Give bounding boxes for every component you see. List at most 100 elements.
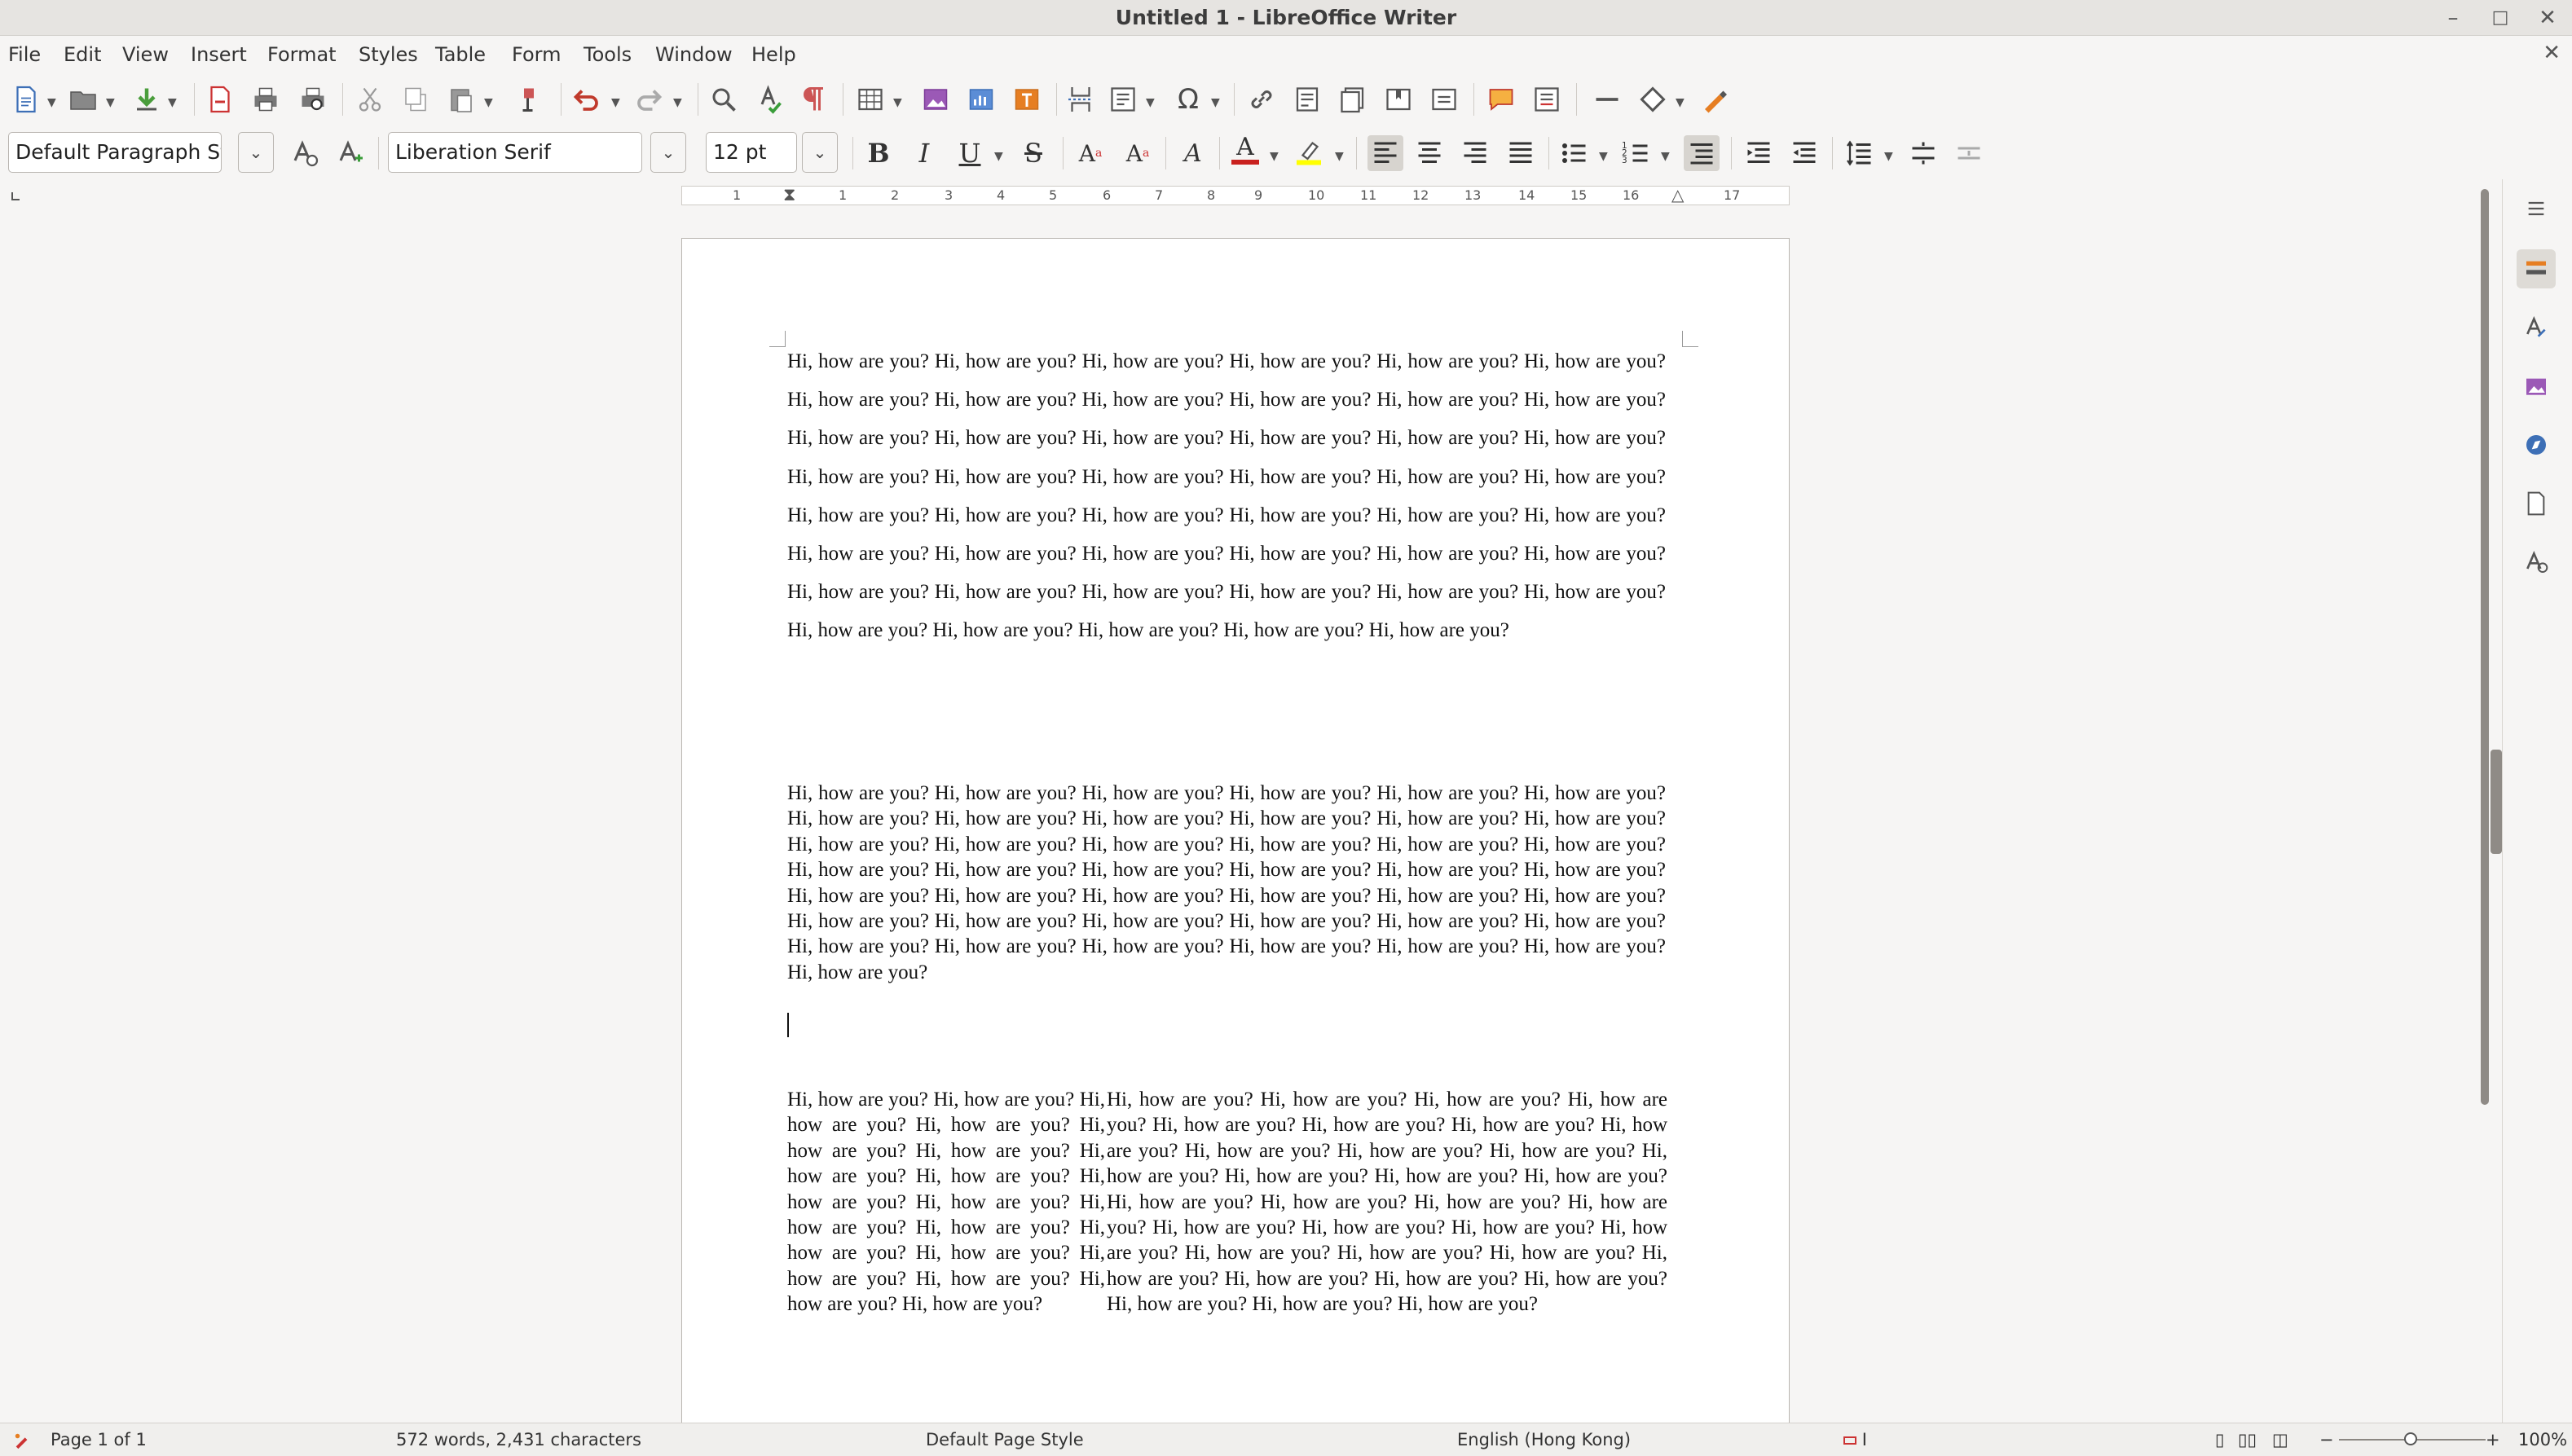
paragraph-style-dropdown-button[interactable]: ⌄ xyxy=(238,132,274,173)
menu-styles[interactable]: Styles xyxy=(359,41,418,68)
chevron-down-icon[interactable]: ▼ xyxy=(1146,96,1155,109)
outline-format-icon[interactable] xyxy=(1684,135,1720,171)
chevron-down-icon[interactable]: ▼ xyxy=(1884,150,1893,163)
font-size-dropdown-button[interactable]: ⌄ xyxy=(802,132,838,173)
decrease-indent-icon[interactable] xyxy=(1788,137,1821,169)
hyperlink-icon[interactable] xyxy=(1245,83,1278,116)
insert-table-icon[interactable] xyxy=(854,83,887,116)
menu-window[interactable]: Window xyxy=(655,41,733,68)
increase-paragraph-spacing-icon[interactable] xyxy=(1907,137,1940,169)
endnote-icon[interactable] xyxy=(1337,83,1369,116)
track-changes-icon[interactable] xyxy=(1530,83,1563,116)
insert-page-break-icon[interactable] xyxy=(1064,83,1097,116)
print-icon[interactable] xyxy=(249,83,282,116)
insert-comment-icon[interactable] xyxy=(1485,83,1517,116)
sidebar-collapse-handle[interactable] xyxy=(2491,750,2502,854)
tab-stop-selector[interactable] xyxy=(11,192,20,200)
menu-view[interactable]: View xyxy=(122,41,169,68)
column-left-text[interactable]: Hi, how are you? Hi, how are you? Hi, ho… xyxy=(787,1087,1105,1317)
increase-indent-icon[interactable] xyxy=(1742,137,1775,169)
undo-icon[interactable] xyxy=(570,83,603,116)
document-modified-icon[interactable] xyxy=(13,1423,31,1456)
update-style-icon[interactable] xyxy=(288,137,321,169)
chevron-down-icon[interactable]: ▼ xyxy=(893,96,902,109)
chevron-down-icon[interactable]: ▼ xyxy=(1211,96,1220,109)
column-right-text[interactable]: Hi, how are you? Hi, how are you? Hi, ho… xyxy=(1107,1087,1667,1317)
cross-reference-icon[interactable] xyxy=(1428,83,1460,116)
chevron-down-icon[interactable]: ▼ xyxy=(484,96,493,109)
scrollbar-thumb[interactable] xyxy=(2481,189,2489,1105)
sidebar-menu-icon[interactable] xyxy=(2517,189,2556,228)
indent-marker-icon[interactable]: ⧗ xyxy=(783,185,795,205)
gallery-icon[interactable] xyxy=(2517,367,2556,406)
paragraph-style-combo[interactable]: Default Paragraph Style xyxy=(8,132,222,173)
chevron-down-icon[interactable]: ▼ xyxy=(1599,150,1608,163)
insert-line-icon[interactable] xyxy=(1591,83,1623,116)
insert-chart-icon[interactable] xyxy=(965,83,998,116)
minimize-button[interactable]: – xyxy=(2440,5,2466,31)
bold-icon[interactable]: B xyxy=(861,135,896,171)
menu-insert[interactable]: Insert xyxy=(191,41,247,68)
multi-page-view-icon[interactable]: ▯▯ xyxy=(2238,1423,2257,1456)
right-indent-marker-icon[interactable]: △ xyxy=(1671,185,1684,205)
paragraph-2[interactable]: Hi, how are you? Hi, how are you? Hi, ho… xyxy=(787,781,1666,985)
paragraph-1[interactable]: Hi, how are you? Hi, how are you? Hi, ho… xyxy=(787,342,1666,650)
bookmark-icon[interactable] xyxy=(1382,83,1415,116)
close-document-icon[interactable]: ✕ xyxy=(2543,41,2561,65)
page-icon[interactable] xyxy=(2517,484,2556,523)
paste-icon[interactable] xyxy=(445,83,478,116)
italic-icon[interactable]: I xyxy=(906,135,942,171)
chevron-down-icon[interactable]: ▼ xyxy=(47,96,56,109)
chevron-down-icon[interactable]: ▼ xyxy=(1270,150,1279,163)
menu-help[interactable]: Help xyxy=(751,41,796,68)
properties-icon[interactable] xyxy=(2517,249,2556,288)
menu-edit[interactable]: Edit xyxy=(64,41,101,68)
basic-shapes-icon[interactable] xyxy=(1636,83,1669,116)
chevron-down-icon[interactable]: ▼ xyxy=(1676,96,1685,109)
close-window-button[interactable]: ✕ xyxy=(2535,5,2561,31)
footnote-icon[interactable] xyxy=(1291,83,1323,116)
zoom-out-button[interactable]: − xyxy=(2319,1423,2334,1456)
copy-icon[interactable] xyxy=(399,83,432,116)
menu-table[interactable]: Table xyxy=(435,41,486,68)
insert-textbox-icon[interactable] xyxy=(1011,83,1043,116)
unordered-list-icon[interactable] xyxy=(1558,137,1591,169)
justify-icon[interactable] xyxy=(1504,137,1537,169)
page-count[interactable]: Page 1 of 1 xyxy=(51,1423,147,1456)
chevron-down-icon[interactable]: ▼ xyxy=(168,96,177,109)
restore-button[interactable]: □ xyxy=(2487,5,2513,31)
styles-icon[interactable] xyxy=(2517,308,2556,347)
spellcheck-icon[interactable] xyxy=(753,83,786,116)
underline-icon[interactable]: U xyxy=(952,135,988,171)
draw-function-icon[interactable] xyxy=(1698,83,1731,116)
zoom-slider-handle[interactable] xyxy=(2404,1432,2417,1445)
chevron-down-icon[interactable]: ▼ xyxy=(994,150,1003,163)
chevron-down-icon[interactable]: ▼ xyxy=(611,96,620,109)
formatting-marks-icon[interactable] xyxy=(797,83,830,116)
zoom-level[interactable]: 100% xyxy=(2518,1423,2567,1456)
selection-mode[interactable]: I xyxy=(1843,1423,1867,1456)
find-replace-icon[interactable] xyxy=(707,83,740,116)
special-character-icon[interactable]: Ω xyxy=(1172,83,1205,116)
align-center-icon[interactable] xyxy=(1413,137,1446,169)
font-color-icon[interactable]: A xyxy=(1227,132,1263,168)
page-style[interactable]: Default Page Style xyxy=(926,1423,1084,1456)
export-pdf-icon[interactable] xyxy=(204,83,236,116)
strikethrough-icon[interactable]: S xyxy=(1015,135,1051,171)
font-size-combo[interactable]: 12 pt xyxy=(706,132,797,173)
subscript-icon[interactable]: Aa xyxy=(1120,135,1156,171)
superscript-icon[interactable]: Aa xyxy=(1072,135,1108,171)
insert-image-icon[interactable] xyxy=(919,83,952,116)
menu-file[interactable]: File xyxy=(8,41,41,68)
ordered-list-icon[interactable]: 123 xyxy=(1620,137,1653,169)
save-icon[interactable] xyxy=(130,83,163,116)
navigator-icon[interactable] xyxy=(2517,425,2556,464)
horizontal-ruler[interactable]: 1 ⧗ 1 2 3 4 5 6 7 8 9 10 11 12 13 14 15 … xyxy=(681,185,1790,205)
highlight-color-icon[interactable] xyxy=(1293,135,1325,168)
new-document-icon[interactable] xyxy=(10,83,42,116)
zoom-in-button[interactable]: + xyxy=(2486,1423,2500,1456)
chevron-down-icon[interactable]: ▼ xyxy=(1661,150,1670,163)
insert-field-icon[interactable] xyxy=(1107,83,1139,116)
menu-tools[interactable]: Tools xyxy=(584,41,632,68)
new-style-icon[interactable] xyxy=(334,137,367,169)
